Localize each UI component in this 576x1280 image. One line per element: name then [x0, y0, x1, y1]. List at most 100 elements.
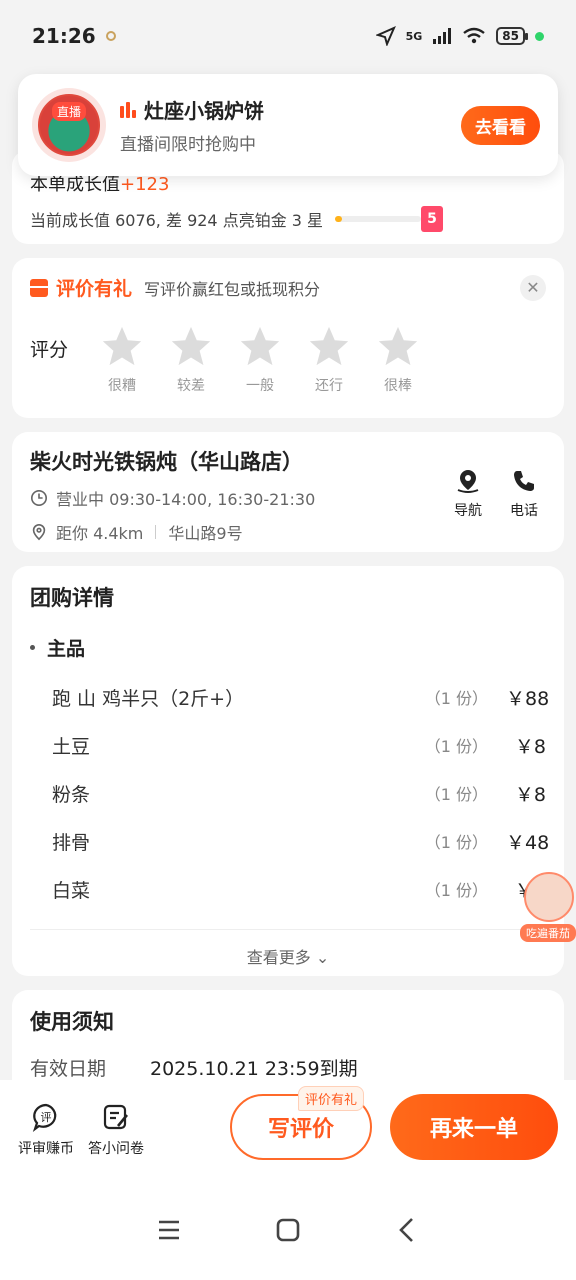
home-nav-button[interactable]: [268, 1210, 308, 1250]
deal-item-qty: （1 份）: [424, 881, 488, 900]
navigation-icon: [457, 470, 479, 493]
review-desc: 写评价赢红包或抵现积分: [144, 279, 321, 299]
back-nav-button[interactable]: [387, 1210, 427, 1250]
status-left: 21:26: [32, 24, 116, 48]
deal-item-qty: （1 份）: [424, 737, 488, 756]
star-icon: [102, 326, 142, 366]
shop-card[interactable]: 柴火时光铁锅炖（华山路店） 营业中 09:30-14:00, 16:30-21:…: [12, 432, 564, 552]
star-caption: 一般: [246, 378, 274, 394]
notice-title: 使用须知: [30, 1010, 114, 1034]
call-button[interactable]: 电话: [510, 468, 538, 520]
review-earn-label: 评审赚币: [18, 1141, 74, 1157]
navigate-label: 导航: [454, 503, 482, 519]
close-icon[interactable]: ✕: [520, 274, 546, 301]
survey-icon: [103, 1104, 129, 1130]
star-2[interactable]: 较差: [169, 323, 213, 395]
star-caption: 很棒: [384, 378, 412, 394]
review-header: 评价有礼 写评价赢红包或抵现积分 ✕: [30, 274, 546, 301]
star-caption: 还行: [315, 378, 343, 394]
battery-indicator: 85: [496, 27, 528, 45]
list-item: 排骨 （1 份） ￥48: [30, 817, 550, 865]
svg-text:评: 评: [41, 1111, 52, 1124]
live-stream-banner[interactable]: 直播 灶座小锅炉饼 直播间限时抢购中 去看看: [18, 74, 558, 176]
red-packet-value: 5: [427, 211, 437, 227]
reorder-button[interactable]: 再来一单: [390, 1094, 558, 1160]
star-4[interactable]: 还行: [307, 323, 351, 395]
growth-status: 当前成长值 6076, 差 924 点亮铂金 3 星 5: [30, 206, 546, 232]
deal-item-name: 白菜: [52, 879, 91, 902]
deal-item-name: 粉条: [52, 783, 91, 806]
floating-mascot[interactable]: 吃遍番茄: [520, 872, 576, 942]
list-item: 跑 山 鸡半只（2斤+） （1 份） ￥88: [30, 673, 550, 721]
see-more-button[interactable]: 查看更多 ⌄: [30, 944, 546, 968]
survey-button[interactable]: 答小问卷: [88, 1102, 144, 1158]
validity-row: 有效日期 2025.10.21 23:59到期: [30, 1054, 546, 1081]
divider: [30, 929, 546, 930]
star-5[interactable]: 很棒: [376, 323, 420, 395]
back-icon: [398, 1218, 413, 1242]
star-icon: [378, 326, 418, 366]
deal-group: 主品: [30, 634, 546, 661]
red-packet-icon[interactable]: 5: [421, 206, 444, 232]
star-icon: [171, 326, 211, 366]
phone-icon: [514, 471, 534, 491]
deal-item-price: ￥48: [506, 831, 550, 854]
list-item: 粉条 （1 份） ￥8: [30, 769, 546, 817]
live-title-row: 灶座小锅炉饼: [120, 95, 461, 124]
mascot-icon: [524, 872, 574, 922]
deal-item-price: ￥88: [506, 687, 550, 710]
star-icon: [240, 326, 280, 366]
star-rating: 很糟 较差 一般 还行 很棒: [100, 323, 420, 395]
list-item: 白菜 （1 份） ￥8: [30, 865, 546, 913]
signal-icon: [433, 28, 452, 44]
navigate-button[interactable]: 导航: [454, 468, 482, 520]
divider: [155, 525, 157, 539]
system-nav-bar: [0, 1180, 576, 1280]
review-earn-button[interactable]: 评 评审赚币: [18, 1102, 74, 1158]
survey-label: 答小问卷: [88, 1141, 144, 1157]
growth-progress-bar: [335, 216, 422, 222]
star-1[interactable]: 很糟: [100, 323, 144, 395]
live-badge: 直播: [51, 102, 87, 121]
live-title: 灶座小锅炉饼: [144, 99, 264, 123]
shop-actions: 导航 电话: [454, 468, 538, 520]
call-label: 电话: [510, 503, 538, 519]
deal-item-name: 土豆: [52, 735, 91, 758]
deal-item-name: 跑 山 鸡半只（2斤+）: [52, 687, 245, 710]
shop-hours: 营业中 09:30-14:00, 16:30-21:30: [56, 490, 316, 509]
deal-item-price: ￥8: [514, 735, 546, 758]
deal-item-price: ￥8: [514, 783, 546, 806]
live-bars-icon: [120, 101, 136, 118]
live-subtitle: 直播间限时抢购中: [120, 135, 256, 155]
star-icon: [309, 326, 349, 366]
privacy-indicator: [535, 31, 544, 41]
menu-icon: [159, 1220, 180, 1240]
star-caption: 较差: [177, 378, 205, 394]
network-type: 5G: [405, 29, 423, 43]
deal-group-label: 主品: [47, 638, 86, 660]
gift-icon: [30, 278, 48, 297]
deal-item-name: 排骨: [52, 831, 91, 854]
deal-item-list: 跑 山 鸡半只（2斤+） （1 份） ￥88 土豆 （1 份） ￥8 粉条 （1…: [30, 673, 550, 913]
live-info: 灶座小锅炉饼 直播间限时抢购中: [120, 95, 461, 155]
list-item: 土豆 （1 份） ￥8: [30, 721, 546, 769]
app-notification-icon: [105, 31, 116, 41]
review-bubble-icon: 评: [32, 1103, 57, 1132]
bullet: [30, 645, 35, 650]
growth-progress-fill: [335, 216, 342, 222]
growth-earned-label: 本单成长值: [30, 174, 120, 195]
location-pin-icon: [32, 524, 46, 541]
deal-item-qty: （1 份）: [424, 689, 488, 708]
shop-distance: 距你 4.4km: [56, 524, 144, 543]
status-time: 21:26: [32, 24, 96, 48]
growth-earned-value: +123: [120, 174, 170, 195]
status-bar: 21:26 5G 85: [0, 0, 576, 72]
deal-title: 团购详情: [30, 586, 114, 610]
star-3[interactable]: 一般: [238, 323, 282, 395]
shop-address: 华山路9号: [168, 524, 243, 543]
live-avatar[interactable]: 直播: [32, 88, 106, 162]
deal-details-card: 团购详情 主品 跑 山 鸡半只（2斤+） （1 份） ￥88 土豆 （1 份） …: [12, 566, 564, 976]
watch-live-button[interactable]: 去看看: [461, 105, 540, 145]
menu-nav-button[interactable]: [149, 1210, 189, 1250]
mascot-label: 吃遍番茄: [520, 924, 576, 942]
